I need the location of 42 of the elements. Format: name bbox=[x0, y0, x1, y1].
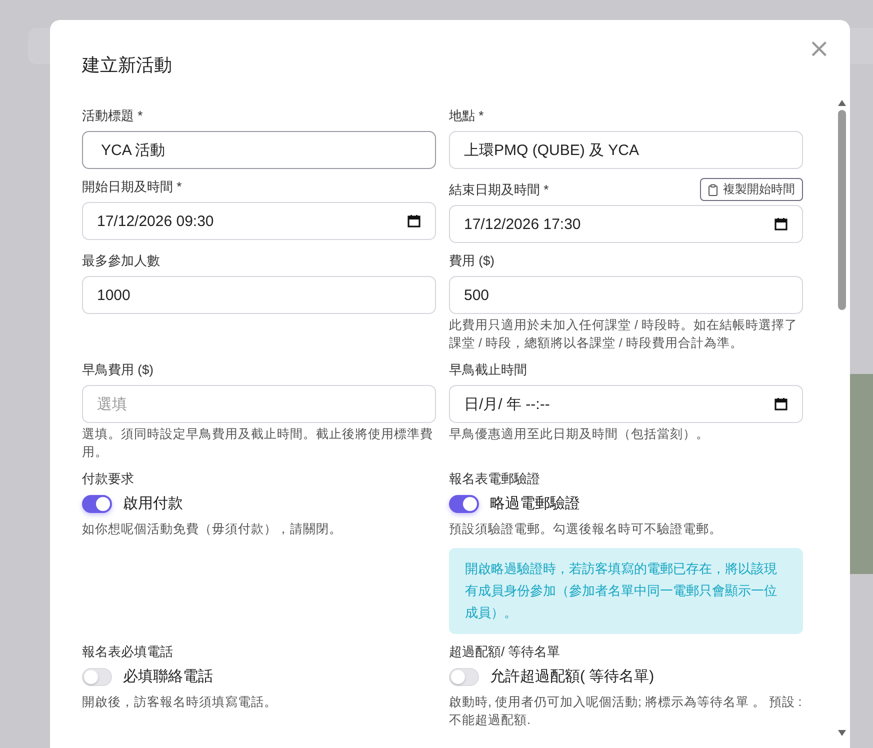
field-label: 報名表電郵驗證 bbox=[449, 470, 540, 488]
help-text: 開啟後，訪客報名時須填寫電話。 bbox=[82, 694, 278, 711]
field-label: 最多參加人數 bbox=[82, 252, 160, 270]
date-time-field[interactable]: 17/12/2026 09:30 bbox=[82, 202, 436, 240]
toggle-label: 必填聯絡電話 bbox=[123, 667, 213, 686]
field-label: 地點 * bbox=[449, 107, 484, 125]
help-text: 選填。須同時設定早鳥費用及截止時間。截止後將使用標準費用。 bbox=[82, 426, 434, 461]
toggle-label: 啟用付款 bbox=[123, 494, 183, 513]
input-field[interactable]: 500 bbox=[449, 276, 803, 314]
field-label: 超過配額/ 等待名單 bbox=[449, 643, 560, 661]
toggle-label: 允許超過配額( 等待名單) bbox=[490, 667, 654, 686]
info-notice: 開啟略過驗證時，若訪客填寫的電郵已存在，將以該現有成員身份參加（參加者名單中同一電郵只會顯示一位成員）。 bbox=[449, 548, 803, 634]
toggle-switch[interactable] bbox=[449, 668, 479, 686]
field-label: 付款要求 bbox=[82, 470, 134, 488]
date-time-field[interactable]: 17/12/2026 17:30 bbox=[449, 205, 803, 243]
help-text: 預設須驗證電郵。勾選後報名時可不驗證電郵。 bbox=[449, 521, 723, 538]
toggle-switch[interactable] bbox=[449, 494, 479, 512]
calendar-icon[interactable] bbox=[774, 217, 788, 231]
toggle-switch[interactable] bbox=[82, 494, 112, 512]
copy-start-time-button[interactable]: 複製開始時間 bbox=[700, 178, 803, 201]
scrollbar[interactable] bbox=[837, 98, 847, 738]
clipboard-icon bbox=[708, 184, 719, 196]
field-label: 早鳥截止時間 bbox=[449, 361, 527, 379]
field-label: 結束日期及時間 * bbox=[449, 181, 549, 199]
dialog-title: 建立新活動 bbox=[82, 54, 173, 77]
toggle-label: 略過電郵驗證 bbox=[490, 494, 580, 513]
help-text: 此費用只適用於未加入任何課堂 / 時段時。如在結帳時選擇了課堂 / 時段，總額將以各課堂 / 時段費用合計為準。 bbox=[449, 317, 798, 352]
help-text: 早鳥優惠適用至此日期及時間（包括當刻）。 bbox=[449, 426, 710, 443]
input-field[interactable]: 上環PMQ (QUBE) 及 YCA bbox=[449, 131, 803, 169]
help-text: 啟動時, 使用者仍可加入呢個活動; 將標示為等待名單 。 預設 : 不能超過配額. bbox=[449, 694, 803, 729]
date-time-field[interactable]: 日/月/ 年 --:-- bbox=[449, 385, 803, 423]
field-label: 報名表必填電話 bbox=[82, 643, 173, 661]
input-field[interactable]: YCA 活動 bbox=[82, 131, 436, 169]
field-label: 開始日期及時間 * bbox=[82, 178, 182, 196]
field-label: 早鳥費用 ($) bbox=[82, 361, 154, 379]
toggle-switch[interactable] bbox=[82, 668, 112, 686]
input-field[interactable]: 1000 bbox=[82, 276, 436, 314]
calendar-icon[interactable] bbox=[407, 214, 421, 228]
help-text: 如你想呢個活動免費（毋須付款），請關閉。 bbox=[82, 521, 343, 538]
field-label: 活動標題 * bbox=[82, 107, 143, 125]
calendar-icon[interactable] bbox=[774, 397, 788, 411]
field-label: 費用 ($) bbox=[449, 252, 494, 270]
